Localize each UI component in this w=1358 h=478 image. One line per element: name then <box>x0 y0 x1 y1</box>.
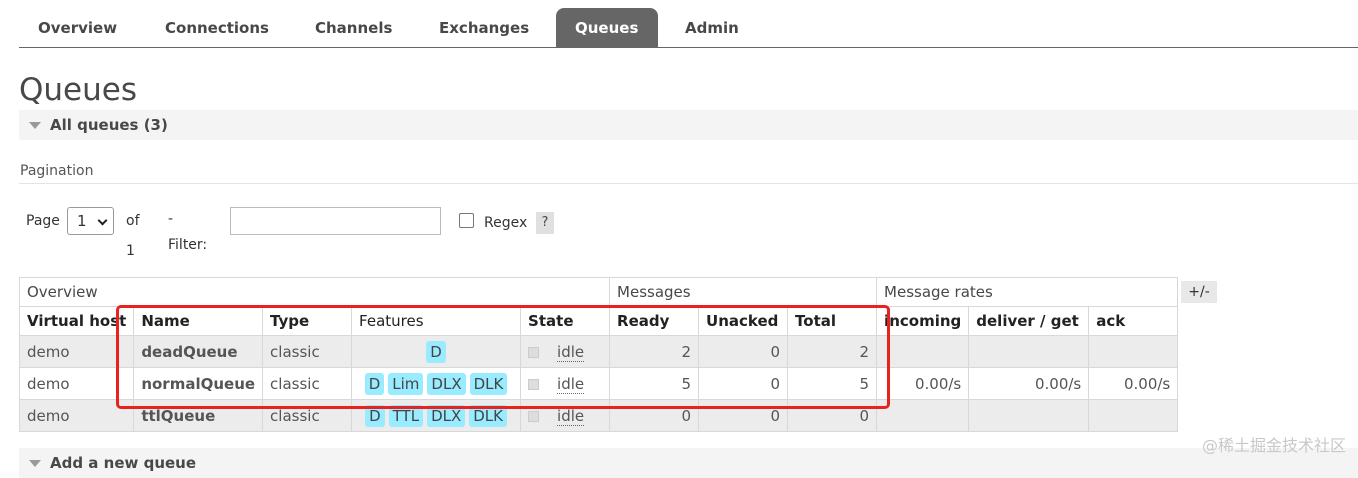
cell-deliver-get <box>968 399 1090 432</box>
cell-ready: 5 <box>609 367 700 400</box>
table-row: demo deadQueue classic D idle 2 0 2 <box>18 335 1179 368</box>
cell-unacked: 0 <box>698 367 789 400</box>
cell-state: idle <box>520 367 611 400</box>
cell-type: classic <box>262 399 353 432</box>
filter-label: - Filter: <box>168 211 208 253</box>
page-label: Page <box>26 213 60 229</box>
cell-total: 5 <box>787 367 878 400</box>
feature-badge: TTL <box>388 404 424 427</box>
state-text: idle <box>557 374 585 394</box>
state-indicator-icon <box>528 410 540 422</box>
cell-ready: 0 <box>609 399 700 432</box>
cell-features: D <box>351 335 522 368</box>
group-messages: Messages <box>609 277 878 307</box>
state-text: idle <box>557 406 585 426</box>
all-queues-label: All queues (3) <box>50 116 168 134</box>
cell-ack <box>1088 399 1179 432</box>
chevron-down-icon <box>97 215 108 226</box>
cell-state: idle <box>520 399 611 432</box>
collapse-triangle-icon <box>29 122 41 129</box>
cell-vhost: demo <box>18 367 135 400</box>
tab-exchanges[interactable]: Exchanges <box>420 8 548 47</box>
cell-state: idle <box>520 335 611 368</box>
tab-connections[interactable]: Connections <box>146 8 288 47</box>
cell-unacked: 0 <box>698 335 789 368</box>
feature-badge: D <box>364 372 385 395</box>
filter-input[interactable] <box>230 207 441 235</box>
feature-badge: D <box>365 404 385 427</box>
add-queue-label: Add a new queue <box>50 454 197 472</box>
queue-name-link[interactable]: ttlQueue <box>133 399 264 432</box>
feature-badge: DLX <box>427 404 466 427</box>
col-total[interactable]: Total <box>787 306 878 336</box>
state-indicator-icon <box>528 378 540 390</box>
col-unacked[interactable]: Unacked <box>698 306 789 336</box>
col-name[interactable]: Name <box>133 306 264 336</box>
page-select[interactable]: 1 <box>67 207 114 235</box>
tab-channels[interactable]: Channels <box>296 8 411 47</box>
cell-ready: 2 <box>609 335 700 368</box>
queues-table: Overview Messages Message rates Virtual … <box>18 277 1179 432</box>
watermark: @稀土掘金技术社区 <box>1201 436 1346 455</box>
add-queue-toggle[interactable]: Add a new queue <box>19 448 1358 478</box>
cell-incoming <box>876 335 970 368</box>
page-select-value: 1 <box>77 212 87 230</box>
col-ack[interactable]: ack <box>1088 306 1179 336</box>
pagination-heading: Pagination <box>20 163 94 179</box>
cell-incoming: 0.00/s <box>876 367 970 400</box>
col-incoming[interactable]: incoming <box>876 306 970 336</box>
col-type[interactable]: Type <box>262 306 353 336</box>
tab-admin[interactable]: Admin <box>666 8 758 47</box>
state-indicator-icon <box>528 346 540 358</box>
col-deliver-get[interactable]: deliver / get <box>968 306 1090 336</box>
cell-vhost: demo <box>18 399 135 432</box>
regex-label: Regex <box>484 215 528 231</box>
cell-deliver-get: 0.00/s <box>968 367 1090 400</box>
regex-checkbox[interactable] <box>459 213 474 228</box>
cell-deliver-get <box>968 335 1090 368</box>
table-row: demo normalQueue classic D Lim DLX DLK idle… <box>18 367 1179 400</box>
feature-badge: DLK <box>469 372 508 395</box>
tab-queues[interactable]: Queues <box>556 8 658 47</box>
main-nav: Overview Connections Channels Exchanges … <box>19 8 1358 48</box>
queue-name-link[interactable]: deadQueue <box>133 335 264 368</box>
table-row: demo ttlQueue classic D TTL DLX DLK idle 0 … <box>18 399 1179 432</box>
feature-badge: DLK <box>469 404 507 427</box>
cell-type: classic <box>262 335 353 368</box>
col-features: Features <box>351 306 522 336</box>
page-count-label: of 1 <box>126 213 140 259</box>
all-queues-toggle[interactable]: All queues (3) <box>19 110 1358 140</box>
feature-badge: Lim <box>388 372 424 395</box>
cell-features: D Lim DLX DLK <box>351 367 522 400</box>
cell-incoming <box>876 399 970 432</box>
cell-type: classic <box>262 367 353 400</box>
queue-name-link[interactable]: normalQueue <box>133 367 264 400</box>
group-overview: Overview <box>18 277 611 307</box>
cell-total: 2 <box>787 335 878 368</box>
divider <box>19 183 1358 184</box>
cell-vhost: demo <box>18 335 135 368</box>
cell-ack <box>1088 335 1179 368</box>
cell-unacked: 0 <box>698 399 789 432</box>
group-message-rates: Message rates <box>876 277 1179 307</box>
col-state[interactable]: State <box>520 306 611 336</box>
columns-toggle-button[interactable]: +/- <box>1181 281 1217 303</box>
cell-ack: 0.00/s <box>1088 367 1179 400</box>
cell-total: 0 <box>787 399 878 432</box>
cell-features: D TTL DLX DLK <box>351 399 522 432</box>
tab-overview[interactable]: Overview <box>19 8 136 47</box>
col-ready[interactable]: Ready <box>609 306 700 336</box>
col-virtual-host[interactable]: Virtual host <box>18 306 135 336</box>
feature-badge: D <box>426 340 446 363</box>
feature-badge: DLX <box>427 372 466 395</box>
page-title: Queues <box>19 72 137 108</box>
state-text: idle <box>557 342 585 362</box>
help-button[interactable]: ? <box>536 212 554 234</box>
